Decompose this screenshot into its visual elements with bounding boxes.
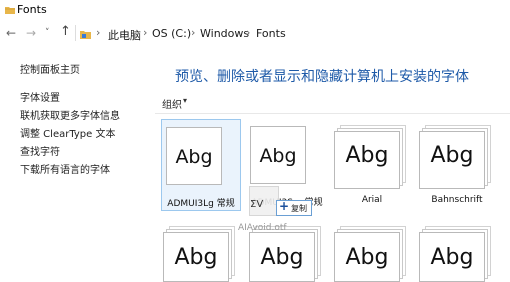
font-tile-bahnschrift[interactable]: Abg Bahnschrift [417,119,497,211]
font-preview-page: Abg [334,131,400,189]
drag-copy-label: 复制 [291,204,307,213]
font-sample-text: Abg [174,245,218,270]
sidebar-control-panel-home[interactable]: 控制面板主页 [20,61,80,76]
window-title: Fonts [17,3,47,16]
plus-icon: + [279,199,290,213]
drag-file-name: AIAvoid.otf [238,223,287,233]
page-title: 预览、删除或者显示和隐藏计算机上安装的字体 [175,69,469,85]
font-sample-text: Abg [259,145,297,167]
sidebar-font-settings[interactable]: 字体设置 [20,89,60,104]
font-preview-page: Abg [250,126,306,184]
font-preview-page: Abg [166,127,222,185]
breadcrumb-windows[interactable]: Windows [200,27,249,40]
font-name-label: Arial [361,195,383,205]
breadcrumb-separator: › [191,26,196,39]
forward-arrow-icon[interactable]: → [26,25,36,41]
font-preview-page: Abg [419,131,485,189]
font-tile-arial[interactable]: Abg Arial [332,119,412,211]
breadcrumb-os-c[interactable]: OS (C:) [152,27,191,40]
font-preview-page: Abg [419,232,485,282]
folder-icon [5,7,15,14]
breadcrumb-this-pc[interactable]: 此电脑 [108,27,141,43]
up-arrow-icon[interactable]: ↑ [60,24,71,39]
title-bar [0,0,510,22]
font-preview-page: Abg [334,232,400,282]
chevron-down-icon[interactable]: ▾ [183,96,187,105]
font-sample-text: Abg [430,143,474,168]
drag-preview-glyph: ΣV [250,199,264,210]
font-sample-text: Abg [345,245,389,270]
font-name-label: ADMUI3Lg 常规 [167,199,235,209]
sidebar-adjust-cleartype[interactable]: 调整 ClearType 文本 [20,125,115,140]
font-name-label: Bahnschrift [431,195,483,205]
breadcrumb-folder-icon [80,31,91,39]
breadcrumb-fonts[interactable]: Fonts [256,27,286,40]
sidebar-download-all-language-fonts[interactable]: 下载所有语言的字体 [20,161,110,176]
font-tile[interactable]: Abg [417,222,497,282]
recent-locations-chevron-icon[interactable]: ˅ [45,28,50,38]
font-sample-text: Abg [345,143,389,168]
font-sample-text: Abg [260,245,304,270]
breadcrumb-separator: › [143,26,148,39]
sidebar-find-character[interactable]: 查找字符 [20,143,60,158]
back-arrow-icon[interactable]: ← [6,25,16,41]
organize-menu-button[interactable]: 组织 [162,96,182,111]
nav-divider [75,25,76,41]
font-sample-text: Abg [175,146,213,168]
font-tile[interactable]: Abg [161,222,241,282]
font-tile-admui3lg[interactable]: Abg ADMUI3Lg 常规 [161,119,241,211]
breadcrumb-separator: › [96,26,101,39]
toolbar-divider [155,113,510,114]
font-preview-page: Abg [163,232,229,282]
font-preview-page: Abg [249,232,315,282]
font-tile[interactable]: Abg [332,222,412,282]
font-sample-text: Abg [430,245,474,270]
sidebar-get-font-info-online[interactable]: 联机获取更多字体信息 [20,107,120,122]
breadcrumb-separator: › [246,26,251,39]
navigation-bar [0,22,510,46]
